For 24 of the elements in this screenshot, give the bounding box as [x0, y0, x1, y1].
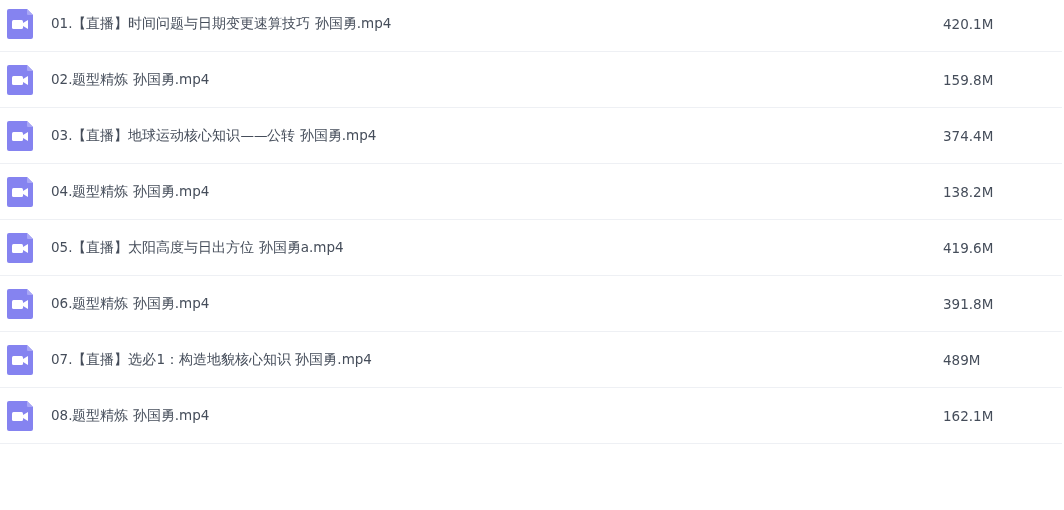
file-size: 374.4M: [943, 127, 994, 144]
file-name[interactable]: 02.题型精炼 孙国勇.mp4: [51, 70, 943, 89]
file-name[interactable]: 06.题型精炼 孙国勇.mp4: [51, 294, 943, 313]
file-name[interactable]: 03.【直播】地球运动核心知识——公转 孙国勇.mp4: [51, 126, 943, 145]
file-size: 420.1M: [943, 15, 994, 32]
file-size: 419.6M: [943, 239, 994, 256]
video-file-icon: [7, 400, 33, 431]
file-name[interactable]: 08.题型精炼 孙国勇.mp4: [51, 406, 943, 425]
video-file-icon: [7, 344, 33, 375]
file-name[interactable]: 04.题型精炼 孙国勇.mp4: [51, 182, 943, 201]
video-file-icon: [7, 64, 33, 95]
file-name[interactable]: 07.【直播】选必1：构造地貌核心知识 孙国勇.mp4: [51, 350, 943, 369]
file-size: 391.8M: [943, 295, 994, 312]
video-file-icon: [7, 120, 33, 151]
file-size: 138.2M: [943, 183, 994, 200]
file-name[interactable]: 05.【直播】太阳高度与日出方位 孙国勇a.mp4: [51, 238, 943, 257]
file-name[interactable]: 01.【直播】时间问题与日期变更速算技巧 孙国勇.mp4: [51, 14, 943, 33]
video-file-icon: [7, 232, 33, 263]
file-size: 159.8M: [943, 71, 994, 88]
video-file-icon: [7, 176, 33, 207]
file-size: 162.1M: [943, 407, 994, 424]
video-file-icon: [7, 288, 33, 319]
file-size: 489M: [943, 351, 981, 368]
video-file-icon: [7, 8, 33, 39]
